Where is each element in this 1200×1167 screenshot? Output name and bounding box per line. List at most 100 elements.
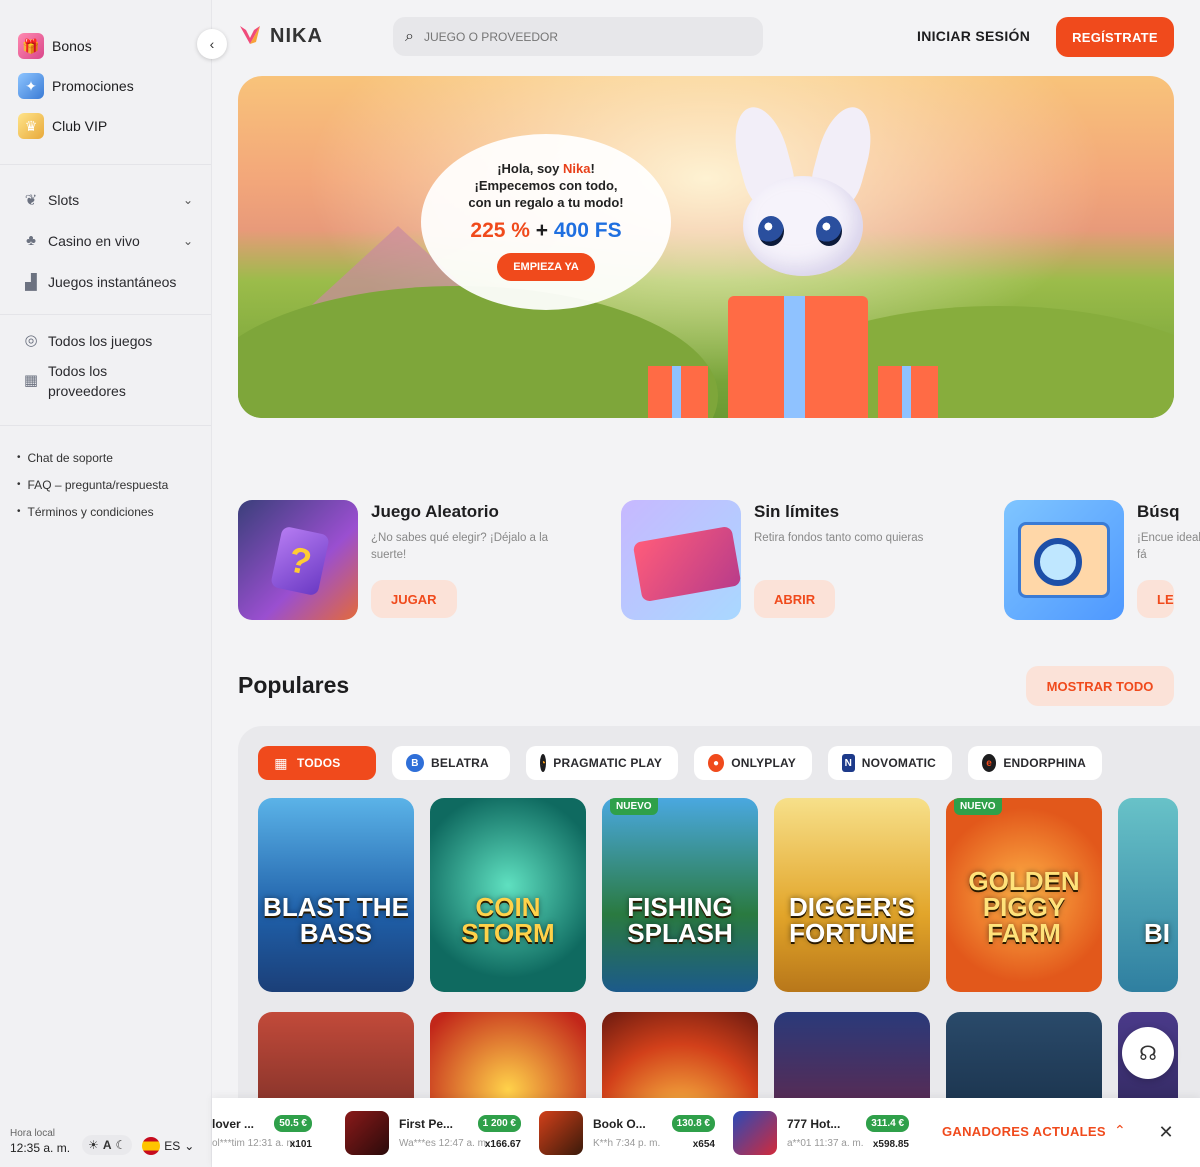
new-badge: NUEVO [610,798,658,815]
close-icon[interactable]: ✕ [1154,1120,1178,1144]
register-button[interactable]: REGÍSTRATE [1056,17,1174,57]
sidebar-item-slots[interactable]: ❦ Slots ⌄ [22,179,193,220]
sidebar-item-juegos-instantaneos[interactable]: ▟ Juegos instantáneos [22,261,193,302]
fox-mascot-image [725,101,881,276]
support-chat-button[interactable]: ☊ [1122,1027,1174,1079]
game-card[interactable]: BLAST THE BASS [258,798,414,992]
game-card[interactable]: DIGGER'S FORTUNE [774,798,930,992]
sidebar-item-club-vip[interactable]: ♛ Club VIP [18,106,211,146]
hero-cta-button[interactable]: EMPIEZA YA [497,253,595,281]
sidebar-item-label: Club VIP [52,118,108,134]
local-time-value: 12:35 a. m. [10,1141,71,1155]
crown-icon: ♛ [18,113,44,139]
winner-game: 777 Hot... [787,1116,841,1131]
game-title: COIN STORM [461,892,555,948]
winners-title[interactable]: GANADORES ACTUALES [942,1124,1106,1139]
sidebar-collapse-button[interactable]: ‹ [197,29,227,59]
novomatic-logo-icon: N [842,754,855,772]
play-random-button[interactable]: JUGAR [371,580,457,618]
sidebar: 🎁 Bonos ✦ Promociones ♛ Club VIP ❦ Slots… [0,0,212,1167]
hero-message: ¡Hola, soy Nika! ¡Empecemos con todo, co… [421,160,671,211]
tab-onlyplay[interactable]: ● ONLYPLAY [694,746,812,780]
feature-title: Juego Aleatorio [371,502,499,521]
game-card[interactable]: NUEVO GOLDEN PIGGY FARM [946,798,1102,992]
sidebar-item-todos-los-juegos[interactable]: ◎ Todos los juegos [22,331,193,351]
tab-endorphina[interactable]: e ENDORPHINA [968,746,1102,780]
chevron-up-icon[interactable]: ⌃ [1114,1122,1126,1139]
random-game-image[interactable]: ? [238,500,358,620]
chevron-down-icon: ⌄ [184,1139,195,1153]
winner-item[interactable]: 777 Hot... a**01 11:37 a. m. 311.4 € x59… [733,1109,927,1157]
winner-item[interactable]: lover ... ol***tim 12:31 a. m. 50.5 € x1… [212,1109,330,1157]
search-input[interactable] [423,29,724,44]
feature-card-no-limits: Sin límites Retira fondos tanto como qui… [621,500,954,620]
theme-auto-label: A [102,1138,112,1152]
language-code: ES [164,1139,181,1153]
cherries-icon: ❦ [24,191,38,209]
sidebar-item-label: Todos los proveedores [48,363,126,399]
language-selector[interactable]: ES ⌄ [142,1137,194,1155]
sidebar-item-bonos[interactable]: 🎁 Bonos [18,26,211,66]
winner-game-thumb [733,1110,777,1155]
hero-line1-end: ! [590,161,595,176]
winner-amount: 130.8 € [671,1114,715,1132]
tab-label: NOVOMATIC [861,756,936,770]
popular-panel: ▦ TODOS B BELATRA ◔ PRAGMATIC PLAY ● ONL… [238,726,1200,1126]
endorphina-logo-icon: e [982,754,997,772]
feature-desc: Retira fondos tanto como quieras [754,532,924,544]
feature-card-search: Búsq ¡Encue ideal fá LE [1004,500,1200,620]
tab-pragmatic-play[interactable]: ◔ PRAGMATIC PLAY [526,746,678,780]
feature-cards: ? Juego Aleatorio ¿No sabes qué elegir? … [238,500,1200,620]
grid-icon: ▦ [23,372,39,389]
link-faq[interactable]: FAQ – pregunta/respuesta [17,471,211,498]
tab-label: TODOS [297,756,341,770]
winner-user: ol***tim 12:31 a. m. [212,1137,298,1149]
winner-amount: 311.4 € [866,1114,909,1132]
tab-belatra[interactable]: B BELATRA [392,746,510,780]
game-title: BLAST THE BASS [263,892,409,948]
pragmatic-logo-icon: ◔ [540,754,547,772]
winner-game-thumb [539,1110,583,1155]
open-button[interactable]: ABRIR [754,580,836,618]
chevron-down-icon[interactable]: ⌄ [183,193,193,207]
tab-novomatic[interactable]: N NOVOMATIC [828,746,952,780]
sidebar-item-label: Bonos [52,38,92,54]
hero-banner[interactable]: ¡Hola, soy Nika! ¡Empecemos con todo, co… [238,76,1174,418]
theme-toggle[interactable]: ☀ A ☾ [82,1135,133,1155]
sidebar-item-label: Todos los juegos [48,333,153,349]
sidebar-item-todos-los-proveedores[interactable]: ▦ Todos los proveedores [22,361,193,401]
local-time-label: Hora local [10,1128,56,1139]
read-button[interactable]: LE [1137,580,1174,618]
game-card[interactable]: COIN STORM [430,798,586,992]
link-terminos[interactable]: Términos y condiciones [17,498,211,525]
winner-item[interactable]: First Pe... Wa***es 12:47 a. m. 1 200 € … [345,1109,539,1157]
provider-tabs: ▦ TODOS B BELATRA ◔ PRAGMATIC PLAY ● ONL… [258,746,1102,780]
login-button[interactable]: INICIAR SESIÓN [917,28,1030,44]
game-card[interactable]: BI [1118,798,1178,992]
tab-todos[interactable]: ▦ TODOS [258,746,376,780]
winner-item[interactable]: Book O... K**h 7:34 p. m. 130.8 € x654 [539,1109,733,1157]
headset-icon: ☊ [1139,1042,1157,1065]
search-bar[interactable]: ⌕ [393,17,763,56]
game-card[interactable]: NUEVO FISHING SPLASH [602,798,758,992]
logo[interactable]: NIKA [238,22,323,50]
hero-offer: 225 % + 400 FS [421,219,671,243]
sidebar-item-casino-en-vivo[interactable]: ♣ Casino en vivo ⌄ [22,220,193,261]
search-icon: ⌕ [405,27,414,45]
tab-label: PRAGMATIC PLAY [553,756,663,770]
game-title: FISHING SPLASH [627,892,733,948]
winner-multiplier: x101 [289,1138,312,1150]
search-feature-image[interactable] [1004,500,1124,620]
local-time: Hora local 12:35 a. m. [10,1128,70,1155]
show-all-button[interactable]: MOSTRAR TODO [1026,666,1174,706]
sidebar-item-promociones[interactable]: ✦ Promociones [18,66,211,106]
page: 🎁 Bonos ✦ Promociones ♛ Club VIP ❦ Slots… [0,0,1200,1167]
gift-box-image [728,296,868,418]
link-chat-de-soporte[interactable]: Chat de soporte [17,444,211,471]
sidebar-footer: Hora local 12:35 a. m. ☀ A ☾ ES ⌄ [0,1107,212,1167]
sidebar-top: 🎁 Bonos ✦ Promociones ♛ Club VIP [0,0,211,146]
sidebar-item-label: Casino en vivo [48,232,140,249]
chevron-down-icon[interactable]: ⌄ [183,234,193,248]
feature-desc: ¡Encue ideal fá [1137,532,1200,561]
credit-card-image[interactable] [621,500,741,620]
